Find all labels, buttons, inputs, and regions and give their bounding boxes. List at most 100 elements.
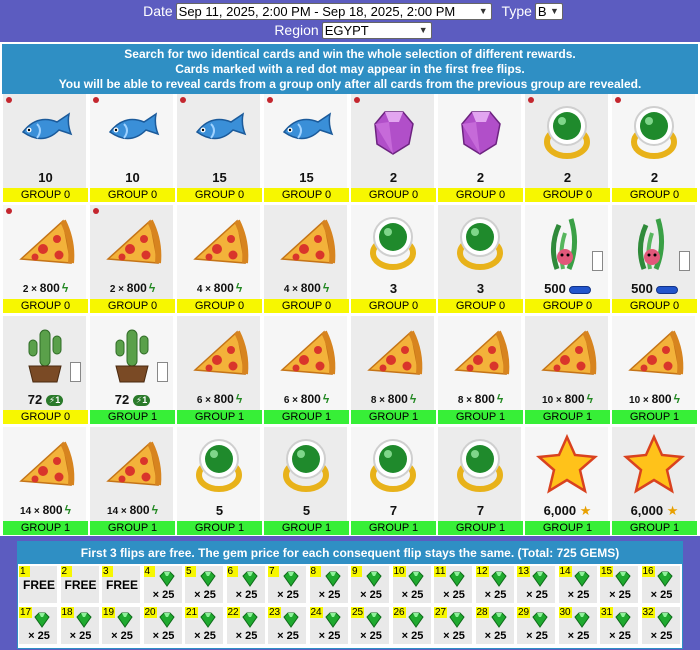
reward-card[interactable]: 4 × 800 ϟ GROUP 0 (176, 205, 262, 313)
card-amount: 6,000 (543, 503, 577, 518)
reward-card[interactable]: 6,000 ★ GROUP 1 (611, 427, 697, 535)
card-value: 2 (351, 170, 436, 185)
card-value: 72 ⚡1 (3, 392, 88, 407)
gem-icon (406, 569, 426, 589)
group-label: GROUP 0 (438, 188, 523, 202)
flip-slot: 1 FREE (18, 565, 58, 604)
flip-number: 27 (434, 607, 448, 618)
reward-card[interactable]: 6,000 ★ GROUP 1 (524, 427, 610, 535)
red-dot-icon (615, 97, 621, 103)
pizza-icon (448, 322, 512, 386)
card-amount: 800 (129, 503, 150, 517)
select-checkbox[interactable] (70, 362, 81, 382)
reward-card[interactable]: 4 × 800 ϟ GROUP 0 (263, 205, 349, 313)
flip-number: 9 (351, 566, 362, 577)
reward-card[interactable]: 6 × 800 ϟ GROUP 1 (176, 316, 262, 424)
reward-card[interactable]: 5 GROUP 1 (263, 427, 349, 535)
reward-card[interactable]: 72 ⚡1 GROUP 1 (89, 316, 175, 424)
flip-cost: × 25 (650, 589, 673, 601)
gem-icon (240, 569, 260, 589)
reward-card[interactable]: 7 GROUP 1 (437, 427, 523, 535)
flip-cost: × 25 (235, 589, 258, 601)
reward-card[interactable]: 10 GROUP 0 (89, 94, 175, 202)
energy-bolt-icon: ϟ (322, 392, 330, 406)
flip-cost: × 25 (194, 630, 216, 642)
flip-number: 17 (19, 607, 33, 618)
card-value: 10 × 800 ϟ (525, 392, 610, 406)
flip-slot: 19 × 25 (101, 606, 141, 645)
flip-slot: 13 × 25 (516, 565, 556, 604)
ring-icon (622, 100, 686, 164)
flip-slot: 2 FREE (59, 565, 100, 604)
pizza-icon (535, 322, 599, 386)
reward-card[interactable]: 3 GROUP 0 (437, 205, 523, 313)
reward-card[interactable]: 10 GROUP 0 (2, 94, 88, 202)
ring-icon (187, 433, 251, 497)
card-value: 5 (264, 503, 349, 518)
energy-bolt-icon: ϟ (586, 392, 593, 406)
reward-card[interactable]: 10 × 800 ϟ GROUP 1 (611, 316, 697, 424)
reward-card[interactable]: 8 × 800 ϟ GROUP 1 (350, 316, 436, 424)
type-select[interactable]: B ▼ (534, 2, 563, 20)
reward-card[interactable]: 15 GROUP 0 (176, 94, 262, 202)
red-dot-icon (93, 97, 99, 103)
reward-card[interactable]: 2 GROUP 0 (524, 94, 610, 202)
reward-card[interactable]: 15 GROUP 0 (263, 94, 349, 202)
reward-card[interactable]: 500 GROUP 0 (611, 205, 697, 313)
reward-card[interactable]: 6 × 800 ϟ GROUP 1 (263, 316, 349, 424)
reward-card[interactable]: 2 GROUP 0 (611, 94, 697, 202)
card-multiplier: 14 × (20, 506, 43, 517)
reward-card[interactable]: 10 × 800 ϟ GROUP 1 (524, 316, 610, 424)
card-value: 7 (438, 503, 523, 518)
group-label: GROUP 0 (264, 188, 349, 202)
gem-icon (613, 569, 633, 589)
flip-slot: 26 × 25 (391, 606, 432, 645)
card-value: 500 (612, 281, 697, 296)
reward-card[interactable]: 72 ⚡1 GROUP 0 (2, 316, 88, 424)
pizza-icon (187, 322, 251, 386)
reward-card[interactable]: 5 GROUP 1 (176, 427, 262, 535)
flip-number: 12 (475, 566, 489, 577)
flip-cost: × 25 (609, 589, 631, 601)
flip-cost: × 25 (194, 589, 216, 601)
red-dot-icon (354, 97, 360, 103)
reward-card[interactable]: 500 GROUP 0 (524, 205, 610, 313)
flip-slot: 6 × 25 (225, 565, 266, 604)
card-amount: 10 (125, 170, 140, 185)
reward-card[interactable]: 14 × 800 ϟ GROUP 1 (2, 427, 88, 535)
flip-cost: × 25 (360, 589, 382, 601)
card-value: 6,000 ★ (612, 503, 697, 519)
card-multiplier: 4 × (196, 284, 214, 295)
notice-line: Cards marked with a red dot may appear i… (175, 62, 525, 76)
reward-card[interactable]: 2 × 800 ϟ GROUP 0 (89, 205, 175, 313)
reward-card[interactable]: 8 × 800 ϟ GROUP 1 (437, 316, 523, 424)
reward-card[interactable]: 2 GROUP 0 (350, 94, 436, 202)
flip-cost: × 25 (443, 630, 465, 642)
flip-number: 5 (185, 566, 196, 577)
reward-card[interactable]: 7 GROUP 1 (350, 427, 436, 535)
date-select[interactable]: Sep 11, 2025, 2:00 PM - Sep 18, 2025, 2:… (175, 2, 492, 20)
group-label: GROUP 0 (351, 299, 436, 313)
card-value: 10 × 800 ϟ (612, 392, 697, 406)
select-checkbox[interactable] (679, 251, 690, 271)
flip-slot: 22 × 25 (225, 606, 266, 645)
reward-card[interactable]: 2 GROUP 0 (437, 94, 523, 202)
reward-card[interactable]: 2 × 800 ϟ GROUP 0 (2, 205, 88, 313)
gem-icon (489, 569, 509, 589)
flip-slot: 20 × 25 (142, 606, 183, 645)
gem-icon (364, 610, 384, 630)
flip-cost: × 25 (69, 630, 92, 642)
select-checkbox[interactable] (592, 251, 603, 271)
flip-slot: 17 × 25 (18, 606, 58, 645)
reward-card[interactable]: 14 × 800 ϟ GROUP 1 (89, 427, 175, 535)
card-value: 4 × 800 ϟ (177, 281, 262, 295)
card-value: 6 × 800 ϟ (177, 392, 262, 406)
group-label: GROUP 1 (438, 410, 523, 424)
type-label: Type (501, 2, 532, 19)
region-select[interactable]: EGYPT ▼ (321, 21, 432, 39)
flip-cost: × 25 (28, 630, 50, 642)
reward-card[interactable]: 3 GROUP 0 (350, 205, 436, 313)
flip-number: 7 (268, 566, 279, 577)
card-amount: 7 (389, 503, 398, 518)
select-checkbox[interactable] (157, 362, 168, 382)
